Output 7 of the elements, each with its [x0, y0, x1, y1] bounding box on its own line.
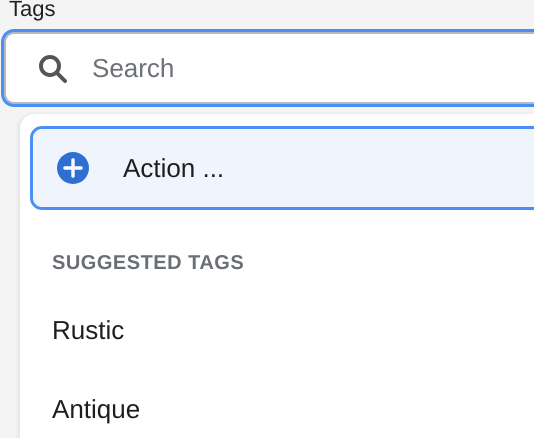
- action-option[interactable]: Action ...: [30, 126, 534, 210]
- tag-option[interactable]: Rustic: [52, 315, 124, 346]
- plus-icon: [57, 152, 89, 184]
- tag-option[interactable]: Antique: [52, 394, 140, 425]
- section-heading: SUGGESTED TAGS: [52, 252, 244, 275]
- field-label: Tags: [9, 0, 56, 21]
- search-field[interactable]: Search: [4, 32, 534, 104]
